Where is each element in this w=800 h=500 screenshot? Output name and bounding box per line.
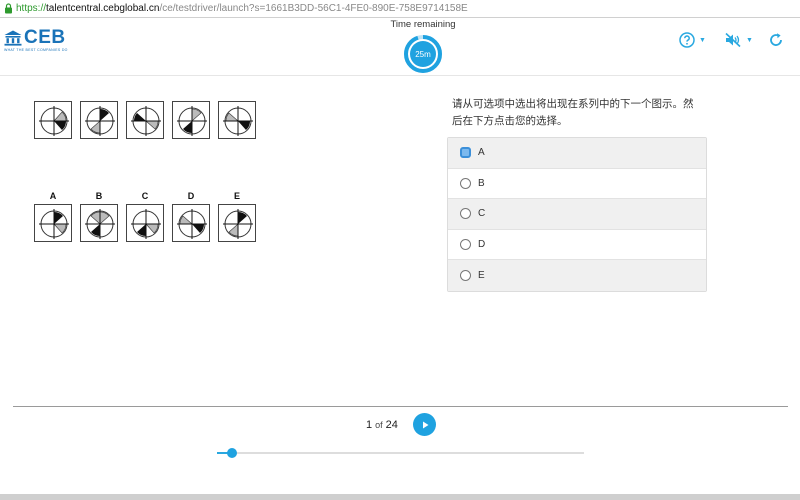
audio-button[interactable]: ▼ [724,32,753,48]
option-figure [80,204,118,242]
option-letter: B [95,191,103,201]
answer-label: D [478,238,486,250]
radio-button[interactable] [460,208,471,220]
logo-tagline: WHAT THE BEST COMPANIES DO [4,48,68,52]
timer: Time remaining 25m [383,18,463,73]
option-figure-a: A [34,190,72,242]
answer-option-e[interactable]: E [448,260,706,291]
option-letter: C [141,191,149,201]
lock-icon [5,3,12,14]
series-figure [126,101,164,139]
option-figures: A B C D E [34,190,264,242]
option-letter: E [233,191,240,201]
answer-label: C [478,208,486,220]
option-letter: D [187,191,195,201]
option-figure-b: B [80,190,118,242]
question-text: 请从可选项中选出将出现在系列中的下一个图示。然后在下方点击您的选择。 [452,98,694,127]
play-arrow-icon [422,421,428,428]
answer-option-b[interactable]: B [448,168,706,199]
answer-label: A [478,147,485,159]
next-button[interactable] [413,413,436,436]
series-figure [80,101,118,139]
timer-label: Time remaining [390,19,456,30]
url-host: talentcentral.cebglobal.cn [46,3,160,14]
answer-option-d[interactable]: D [448,229,706,260]
help-button[interactable]: ▼ [679,32,706,48]
radio-button[interactable] [460,177,471,189]
ceb-logo: CEB WHAT THE BEST COMPANIES DO [4,27,68,52]
window-bottom-edge [0,494,800,500]
answer-label: B [478,177,485,189]
page-of-label: of [375,420,383,430]
logo-text: CEB [24,27,66,48]
series-figure [218,101,256,139]
answer-option-a[interactable]: A [448,138,706,169]
current-page: 1 [366,419,373,431]
mute-audio-icon [725,32,741,48]
browser-url-bar[interactable]: https://talentcentral.cebglobal.cn/ce/te… [0,0,800,18]
timer-value: 25m [415,49,431,59]
chevron-down-icon: ▼ [699,36,706,44]
answer-label: E [478,269,485,281]
progress-handle[interactable] [226,448,237,458]
series-figure [34,101,72,139]
option-figure-c: C [126,190,164,242]
option-figure [126,204,164,242]
refresh-button[interactable] [768,32,784,48]
series-figure [172,101,210,139]
figure-series [34,101,264,139]
url-path: /ce/testdriver/launch?s=1661B3DD-56C1-4F… [159,3,468,14]
answer-list: A B C D E [447,137,707,292]
option-figure [172,204,210,242]
app-header: CEB WHAT THE BEST COMPANIES DO Time rema… [0,18,800,76]
footer-divider [13,406,788,407]
help-icon [679,32,695,48]
building-logo-icon [4,30,22,46]
option-figure-e: E [218,190,256,242]
radio-button[interactable] [460,269,471,281]
option-figure [34,204,72,242]
chevron-down-icon: ▼ [746,36,753,44]
refresh-icon [770,33,782,46]
page-counter: 1 of 24 [366,419,398,431]
option-figure-d: D [172,190,210,242]
radio-button[interactable] [460,238,471,250]
answer-option-c[interactable]: C [448,199,706,230]
radio-button[interactable] [460,147,471,159]
progress-track [217,452,584,454]
option-figure [218,204,256,242]
url-scheme: https:// [16,3,47,14]
option-letter: A [49,191,57,201]
total-pages: 24 [385,419,398,431]
